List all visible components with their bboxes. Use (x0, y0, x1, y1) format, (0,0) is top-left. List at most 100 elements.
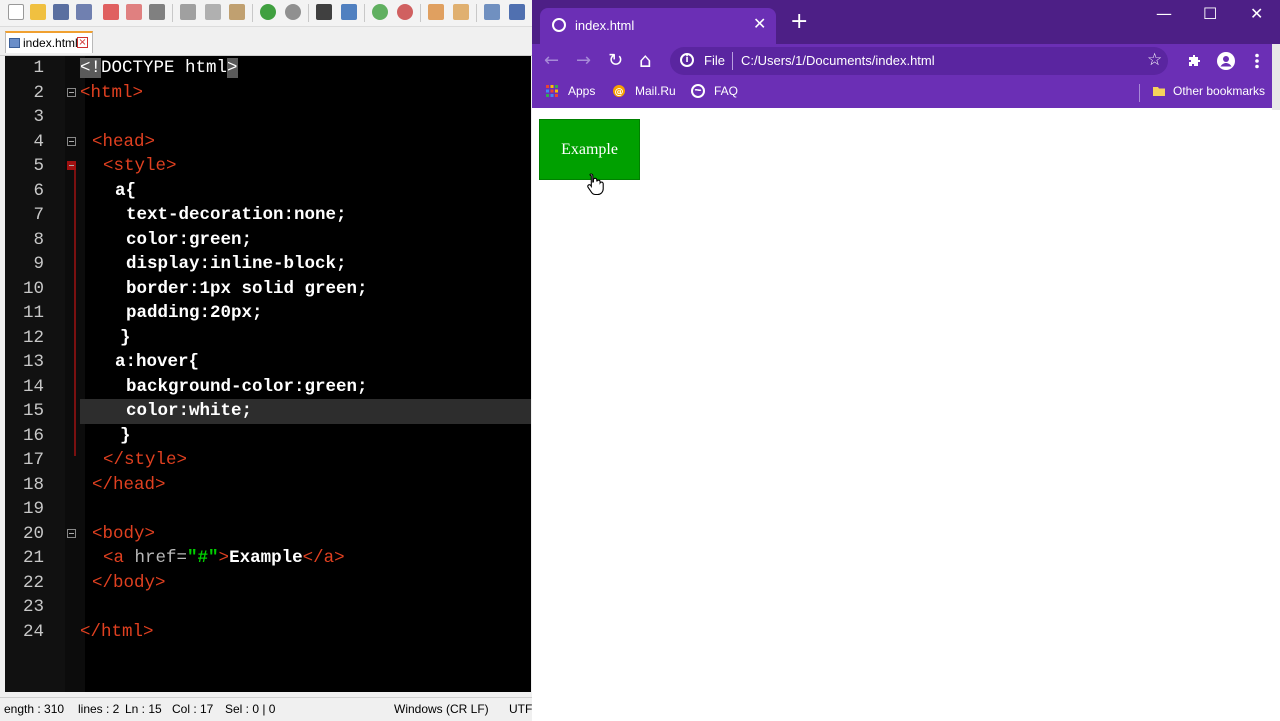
line-number: 8 (33, 229, 44, 250)
new-tab-button[interactable]: + (790, 11, 808, 33)
info-icon[interactable]: i (680, 53, 694, 67)
bookmark-faq[interactable]: FAQ (714, 84, 738, 98)
body-close-tag: </body> (92, 572, 166, 593)
line-number: 13 (22, 352, 44, 372)
code-editor[interactable]: 1 <!DOCTYPE html> 2 <html> 3 4 <head> 5 <sty… (5, 56, 531, 692)
line-number: 15 (22, 401, 44, 421)
css-selector: a:hover{ (115, 352, 200, 372)
css-declaration: padding:20px; (126, 303, 263, 323)
minimize-button[interactable]: — (1156, 4, 1172, 23)
bookmarks-bar: Apps @ Mail.Ru FAQ Other bookmarks (532, 78, 1280, 110)
html-close-tag: </html> (80, 621, 154, 642)
replace-icon[interactable] (341, 4, 357, 20)
toolbar-divider (308, 4, 309, 22)
undo-icon[interactable] (260, 4, 276, 20)
apps-grid-icon (546, 85, 558, 97)
line-number: 19 (22, 499, 44, 519)
zoom-out-icon[interactable] (397, 4, 413, 20)
file-icon (9, 38, 20, 48)
chrome-window: index.html ✕ + — ☐ ✕ ← → ↻ ⌂ i File C:/U… (532, 0, 1280, 720)
print-icon[interactable] (149, 4, 165, 20)
css-close-brace: } (120, 425, 131, 446)
bookmark-mailru[interactable]: Mail.Ru (635, 84, 676, 98)
code-line: 16} (5, 424, 531, 449)
new-file-icon[interactable] (8, 4, 24, 20)
code-line: 1 <!DOCTYPE html> (5, 56, 531, 81)
code-line: 21 <a href="#">Example</a> (5, 546, 531, 571)
browser-toolbar: ← → ↻ ⌂ i File C:/Users/1/Documents/inde… (532, 44, 1280, 78)
browser-scrollbar[interactable] (1272, 44, 1280, 110)
reload-button[interactable]: ↻ (608, 50, 623, 71)
head-open-tag: <head> (92, 131, 156, 152)
css-declaration: background-color:green; (126, 376, 368, 397)
line-number: 16 (22, 425, 44, 446)
address-bar[interactable]: i File C:/Users/1/Documents/index.html ☆ (670, 47, 1168, 75)
fold-toggle-icon[interactable] (67, 161, 76, 170)
close-window-button[interactable]: ✕ (1250, 4, 1263, 23)
line-number: 5 (33, 156, 44, 176)
css-declaration: color:white; (126, 401, 253, 421)
tab-label: index.html (23, 36, 78, 50)
bookmark-star-icon[interactable]: ☆ (1147, 50, 1162, 70)
fold-toggle-icon[interactable] (67, 87, 76, 97)
line-number: 22 (22, 572, 44, 593)
open-file-icon[interactable] (30, 4, 46, 20)
copy-icon[interactable] (205, 4, 221, 20)
fold-toggle-icon[interactable] (67, 136, 76, 146)
code-line: 10 border:1px solid green; (5, 277, 531, 302)
code-line: 20 <body> (5, 522, 531, 547)
cut-icon[interactable] (180, 4, 196, 20)
status-lines: lines : 2 (78, 702, 120, 716)
bookmark-other[interactable]: Other bookmarks (1173, 84, 1265, 98)
css-declaration: display:inline-block; (126, 254, 347, 274)
close-tab-icon[interactable]: ✕ (753, 14, 766, 33)
code-line: 14 background-color:green; (5, 375, 531, 400)
code-line: 8 color:green; (5, 228, 531, 253)
line-number: 14 (22, 376, 44, 397)
menu-kebab-icon[interactable] (1254, 53, 1260, 69)
doctype-text: DOCTYPE html (101, 58, 228, 78)
toolbar-divider (420, 4, 421, 22)
bookmark-apps[interactable]: Apps (568, 84, 595, 98)
back-button[interactable]: ← (544, 50, 559, 71)
code-line: 9 display:inline-block; (5, 252, 531, 277)
fold-toggle-icon[interactable] (67, 528, 76, 538)
status-eol[interactable]: Windows (CR LF) (394, 702, 489, 716)
save-icon[interactable] (53, 4, 69, 20)
code-line: 17 </style> (5, 448, 531, 473)
code-line: 11 padding:20px; (5, 301, 531, 326)
home-button[interactable]: ⌂ (639, 48, 652, 72)
tab-index-html[interactable]: index.html × (5, 31, 93, 53)
find-icon[interactable] (316, 4, 332, 20)
redo-icon[interactable] (285, 4, 301, 20)
save-all-icon[interactable] (76, 4, 92, 20)
zoom-in-icon[interactable] (372, 4, 388, 20)
extensions-icon[interactable] (1186, 53, 1202, 69)
sync-scroll-h-icon[interactable] (453, 4, 469, 20)
show-all-chars-icon[interactable] (509, 4, 525, 20)
maximize-button[interactable]: ☐ (1203, 4, 1217, 23)
code-line-current: 15 color:white; (5, 399, 531, 424)
style-close-tag: </style> (103, 450, 188, 470)
paste-icon[interactable] (229, 4, 245, 20)
word-wrap-icon[interactable] (484, 4, 500, 20)
page-viewport: Example (532, 110, 1280, 720)
html-open-tag: <html> (80, 82, 144, 103)
profile-icon[interactable] (1216, 51, 1236, 71)
close-file-icon[interactable] (103, 4, 119, 20)
example-link[interactable]: Example (539, 119, 640, 180)
status-col: Col : 17 (172, 702, 214, 716)
line-number: 21 (22, 548, 44, 568)
url-text[interactable]: C:/Users/1/Documents/index.html (741, 53, 935, 68)
forward-button[interactable]: → (576, 50, 591, 71)
sync-scroll-icon[interactable] (428, 4, 444, 20)
omnibox-divider (732, 52, 733, 70)
href-attr: href= (124, 548, 188, 568)
browser-tab-index-html[interactable]: index.html ✕ (540, 8, 776, 44)
tab-close-icon[interactable]: × (77, 37, 88, 48)
code-line: 24 </html> (5, 620, 531, 645)
editor-status-bar: ength : 310 lines : 2 Ln : 15 Col : 17 S… (0, 697, 536, 721)
head-close-tag: </head> (92, 474, 166, 495)
close-all-icon[interactable] (126, 4, 142, 20)
bookmarks-divider (1139, 84, 1140, 102)
